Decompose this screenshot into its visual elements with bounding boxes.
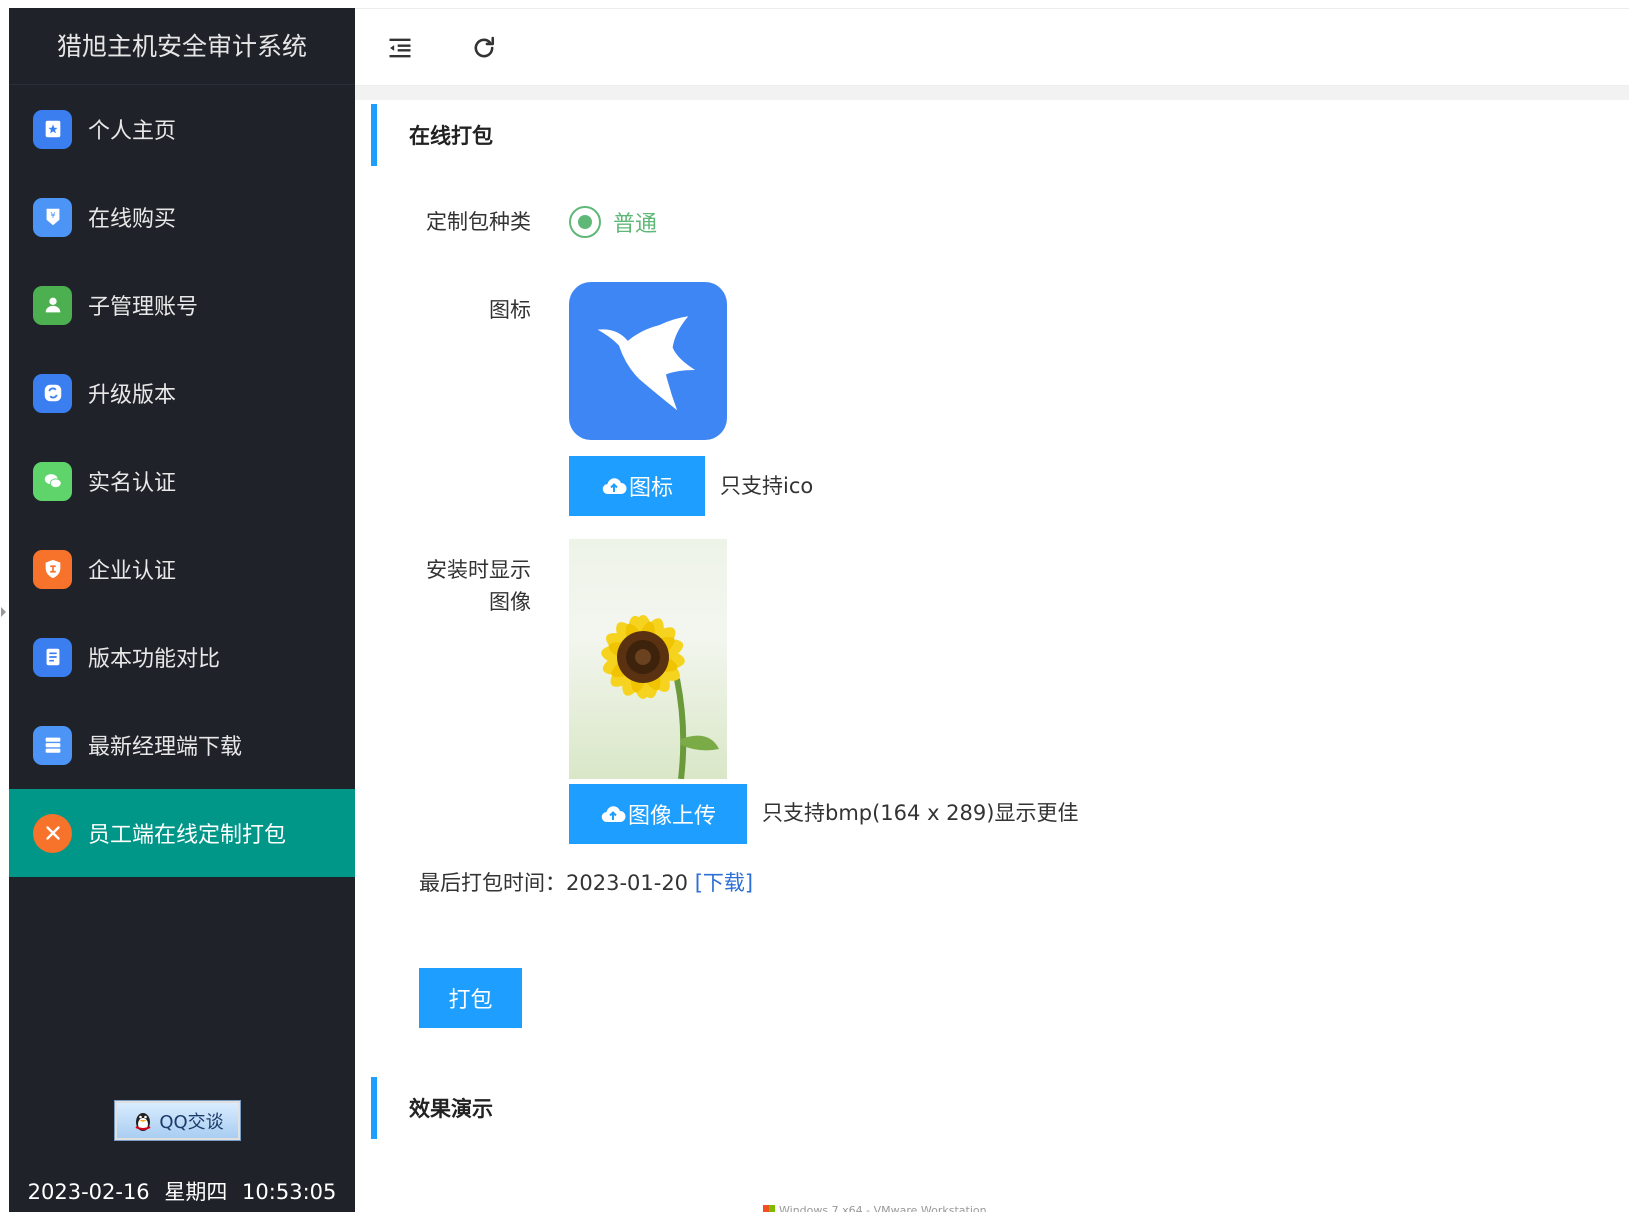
package-type-label: 定制包种类 (426, 210, 531, 234)
sidebar: 猎旭主机安全审计系统 个人主页 ¥ 在线购买 子管理账号 升级版本 实名认证 企… (9, 8, 355, 1212)
radio-label: 普通 (613, 212, 658, 237)
icon-upload-label: 图标 (628, 475, 673, 500)
last-pack-label: 最后打包时间： (419, 871, 566, 895)
sidebar-item-label: 员工端在线定制打包 (88, 823, 287, 848)
image-upload-label: 图像上传 (627, 803, 716, 828)
sidebar-item-purchase[interactable]: ¥ 在线购买 (9, 173, 355, 261)
sidebar-item-version-compare[interactable]: 版本功能对比 (9, 613, 355, 701)
package-type-radio-normal[interactable]: 普通 (569, 206, 657, 238)
sidebar-item-employee-packaging[interactable]: 员工端在线定制打包 (9, 789, 355, 877)
cloud-upload-icon (602, 478, 627, 495)
sidebar-item-enterprise-auth[interactable]: 企业认证 (9, 525, 355, 613)
menu-toggle-button[interactable] (385, 33, 415, 63)
sidebar-item-label: 最新经理端下载 (88, 735, 243, 760)
windows-logo-icon (763, 1205, 775, 1212)
sunflower-install-image (569, 539, 727, 779)
sidebar-item-sub-accounts[interactable]: 子管理账号 (9, 261, 355, 349)
hummingbird-app-icon (569, 282, 727, 440)
sidebar-item-label: 企业认证 (88, 559, 177, 584)
document-icon (33, 637, 72, 677)
tools-icon (33, 813, 72, 853)
app-title: 猎旭主机安全审计系统 (9, 8, 355, 85)
sidebar-item-label: 在线购买 (88, 207, 177, 232)
home-icon (33, 109, 72, 149)
sidebar-item-manager-download[interactable]: 最新经理端下载 (9, 701, 355, 789)
qq-chat-label: QQ交谈 (159, 1111, 224, 1133)
section-title-online-pack: 在线打包 (371, 104, 493, 166)
sidebar-item-label: 升级版本 (88, 383, 177, 408)
icon-label: 图标 (489, 298, 531, 322)
sidebar-item-home[interactable]: 个人主页 (9, 85, 355, 173)
header-separator (355, 86, 1629, 100)
cloud-upload-icon (601, 806, 626, 823)
svg-text:¥: ¥ (50, 210, 55, 220)
refresh-button[interactable] (469, 33, 499, 63)
sidebar-item-label: 版本功能对比 (88, 647, 221, 672)
server-icon (33, 725, 72, 765)
section-title-demo: 效果演示 (371, 1077, 493, 1139)
qq-chat-button[interactable]: QQ交谈 (114, 1100, 241, 1141)
shield-icon (33, 549, 72, 589)
sidebar-item-label: 子管理账号 (88, 295, 199, 320)
sidebar-item-upgrade[interactable]: 升级版本 (9, 349, 355, 437)
datetime-display: 2023-02-16 星期四 10:53:05 (9, 1176, 355, 1206)
sidebar-item-label: 个人主页 (88, 119, 177, 144)
image-upload-button[interactable]: 图像上传 (569, 784, 747, 844)
sidebar-item-real-name-auth[interactable]: 实名认证 (9, 437, 355, 525)
clock-date: 2023-02-16 (27, 1180, 150, 1204)
purchase-icon: ¥ (33, 197, 72, 237)
upgrade-icon (33, 373, 72, 413)
pack-button[interactable]: 打包 (419, 968, 522, 1028)
refresh-icon (474, 36, 495, 58)
icon-format-hint: 只支持ico (720, 474, 814, 498)
install-image-label: 安装时显示 图像 (426, 558, 531, 614)
indent-icon (389, 38, 411, 58)
top-header (355, 8, 1629, 86)
sidebar-nav: 个人主页 ¥ 在线购买 子管理账号 升级版本 实名认证 企业认证 版本功能对比 … (9, 85, 355, 877)
download-link[interactable]: [下载] (695, 871, 753, 895)
qq-penguin-icon (135, 1112, 151, 1131)
image-format-hint: 只支持bmp(164 x 289)显示更佳 (762, 801, 1079, 825)
clock-weekday: 星期四 (164, 1180, 228, 1204)
clock-time: 10:53:05 (242, 1180, 337, 1204)
demo-preview-caption: Windows 7 x64 - VMware Workstation (763, 1204, 987, 1212)
icon-upload-button[interactable]: 图标 (569, 456, 705, 516)
wechat-icon (33, 461, 72, 501)
collapse-arrow-icon[interactable] (1, 607, 6, 617)
main-content: 在线打包 定制包种类 普通 图标 图标 只支持ico 安装时显示 图像 图像上传… (371, 100, 1629, 1212)
last-pack-date: 2023-01-20 (566, 871, 689, 895)
last-pack-time: 最后打包时间：2023-01-20 [下载] (419, 867, 753, 897)
radio-circle (569, 206, 601, 238)
user-icon (33, 285, 72, 325)
sidebar-item-label: 实名认证 (88, 471, 177, 496)
